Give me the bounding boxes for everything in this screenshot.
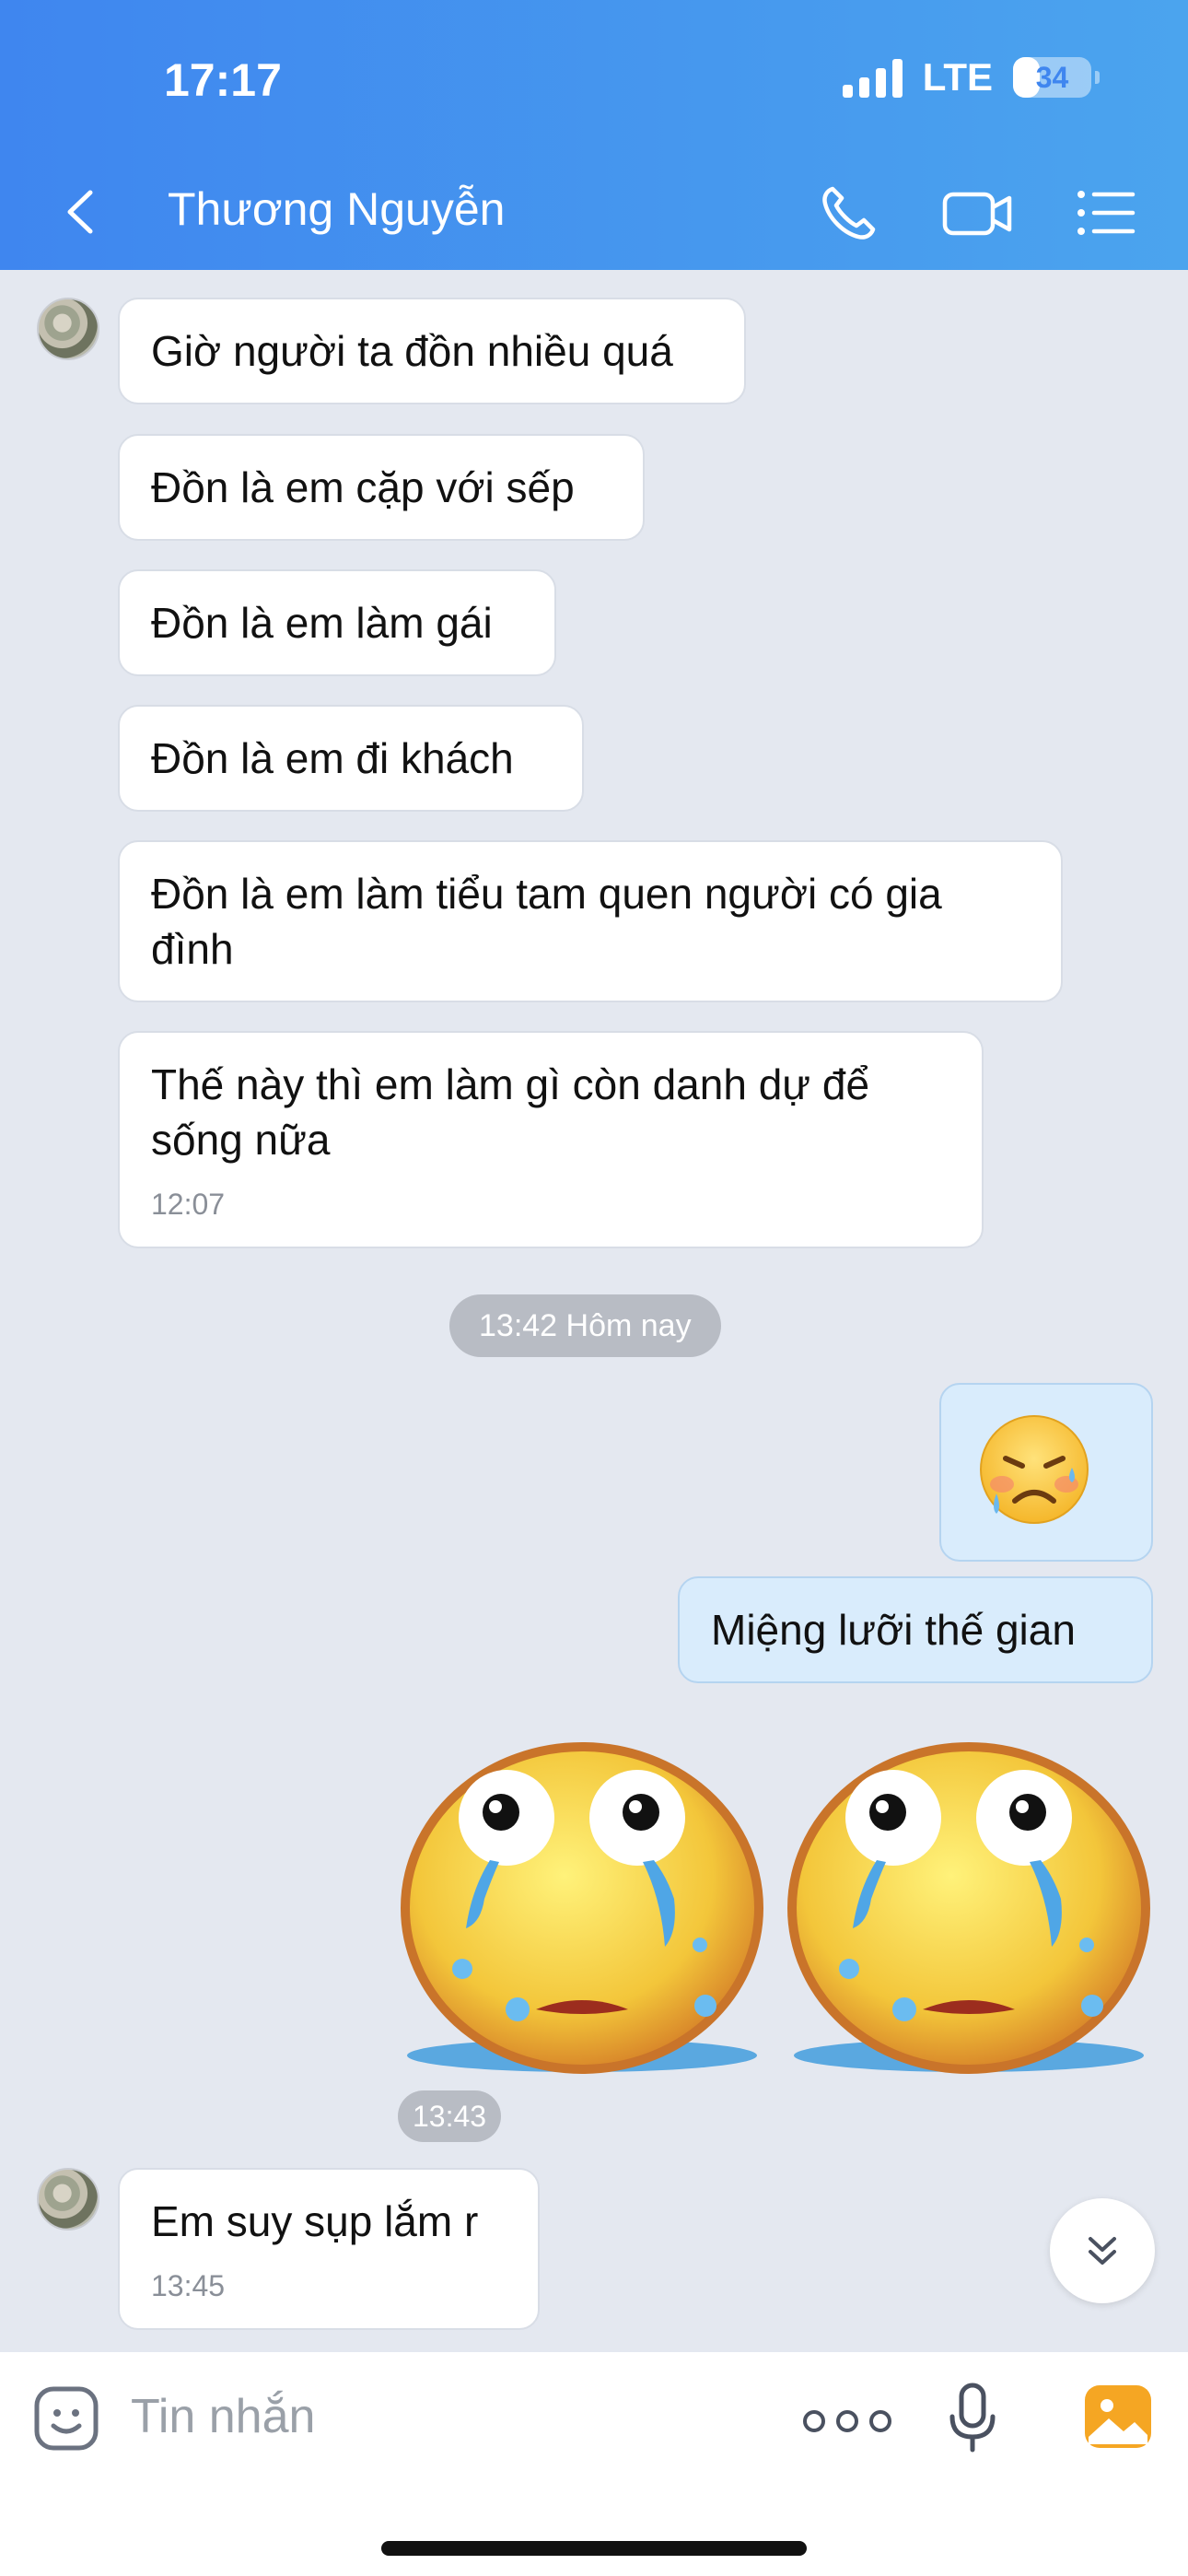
signal-icon	[842, 57, 903, 98]
message-text: Miệng lưỡi thế gian	[711, 1606, 1076, 1654]
message-text: Đồn là em đi khách	[151, 734, 514, 782]
menu-button[interactable]	[1074, 180, 1140, 246]
contact-name[interactable]: Thương Nguyễn	[168, 182, 505, 236]
avatar[interactable]	[37, 298, 99, 360]
avatar[interactable]	[37, 2168, 99, 2231]
battery-percent: 34	[1035, 60, 1069, 94]
chat-header: 17:17 LTE 34 Thương Nguyễn	[0, 0, 1188, 270]
date-separator: 13:42 Hôm nay	[449, 1294, 721, 1357]
message-text: Thế này thì em làm gì còn danh dự để sốn…	[151, 1060, 870, 1164]
message-bubble[interactable]: Đồn là em làm tiểu tam quen người có gia…	[118, 840, 1063, 1002]
emoji-message[interactable]	[939, 1383, 1153, 1562]
list-menu-icon	[1077, 191, 1136, 235]
message-bubble[interactable]: Miệng lưỡi thế gian	[678, 1576, 1153, 1683]
message-input[interactable]: Tin nhắn	[131, 2389, 315, 2444]
home-indicator[interactable]	[381, 2541, 807, 2556]
message-bubble[interactable]: Đồn là em đi khách	[118, 705, 584, 812]
status-indicators: LTE 34	[842, 55, 1100, 100]
crying-sticker-icon[interactable]	[785, 1733, 1153, 2083]
network-label: LTE	[922, 55, 993, 99]
message-list[interactable]: Giờ người ta đồn nhiều quá Đồn là em cặp…	[0, 270, 1188, 2352]
message-bubble[interactable]: Thế này thì em làm gì còn danh dự để sốn…	[118, 1031, 984, 1248]
more-dots-icon[interactable]	[801, 2407, 893, 2435]
message-text: Giờ người ta đồn nhiều quá	[151, 327, 673, 375]
double-chevron-down-icon	[1089, 2237, 1116, 2265]
message-bubble[interactable]: Đồn là em làm gái	[118, 569, 556, 676]
status-time: 17:17	[164, 54, 282, 106]
phone-icon	[822, 186, 876, 240]
call-button[interactable]	[816, 180, 882, 246]
back-button[interactable]	[57, 180, 103, 244]
video-call-button[interactable]	[941, 180, 1015, 246]
message-time: 13:45	[151, 2269, 226, 2302]
microphone-icon[interactable]	[945, 2382, 1000, 2455]
message-bubble[interactable]: Giờ người ta đồn nhiều quá	[118, 298, 746, 404]
message-bubble[interactable]: Đồn là em cặp với sếp	[118, 434, 645, 541]
crying-sticker-icon[interactable]	[398, 1733, 766, 2083]
message-text: Đồn là em làm gái	[151, 599, 493, 647]
angry-crying-emoji-icon	[980, 1415, 1089, 1524]
scroll-down-button[interactable]	[1050, 2198, 1155, 2303]
battery-icon: 34	[1013, 57, 1100, 98]
message-text: Đồn là em làm tiểu tam quen người có gia…	[151, 870, 942, 973]
video-camera-icon	[942, 192, 1012, 236]
sticker-time: 13:43	[398, 2090, 502, 2142]
message-text: Em suy sụp lắm r	[151, 2197, 479, 2245]
emoji-face-icon[interactable]	[31, 2383, 101, 2453]
message-text: Đồn là em cặp với sếp	[151, 463, 575, 511]
chevron-left-icon	[67, 190, 93, 234]
image-gallery-icon[interactable]	[1083, 2383, 1153, 2450]
message-time: 12:07	[151, 1188, 226, 1221]
message-bubble[interactable]: Em suy sụp lắm r 13:45	[118, 2168, 540, 2330]
